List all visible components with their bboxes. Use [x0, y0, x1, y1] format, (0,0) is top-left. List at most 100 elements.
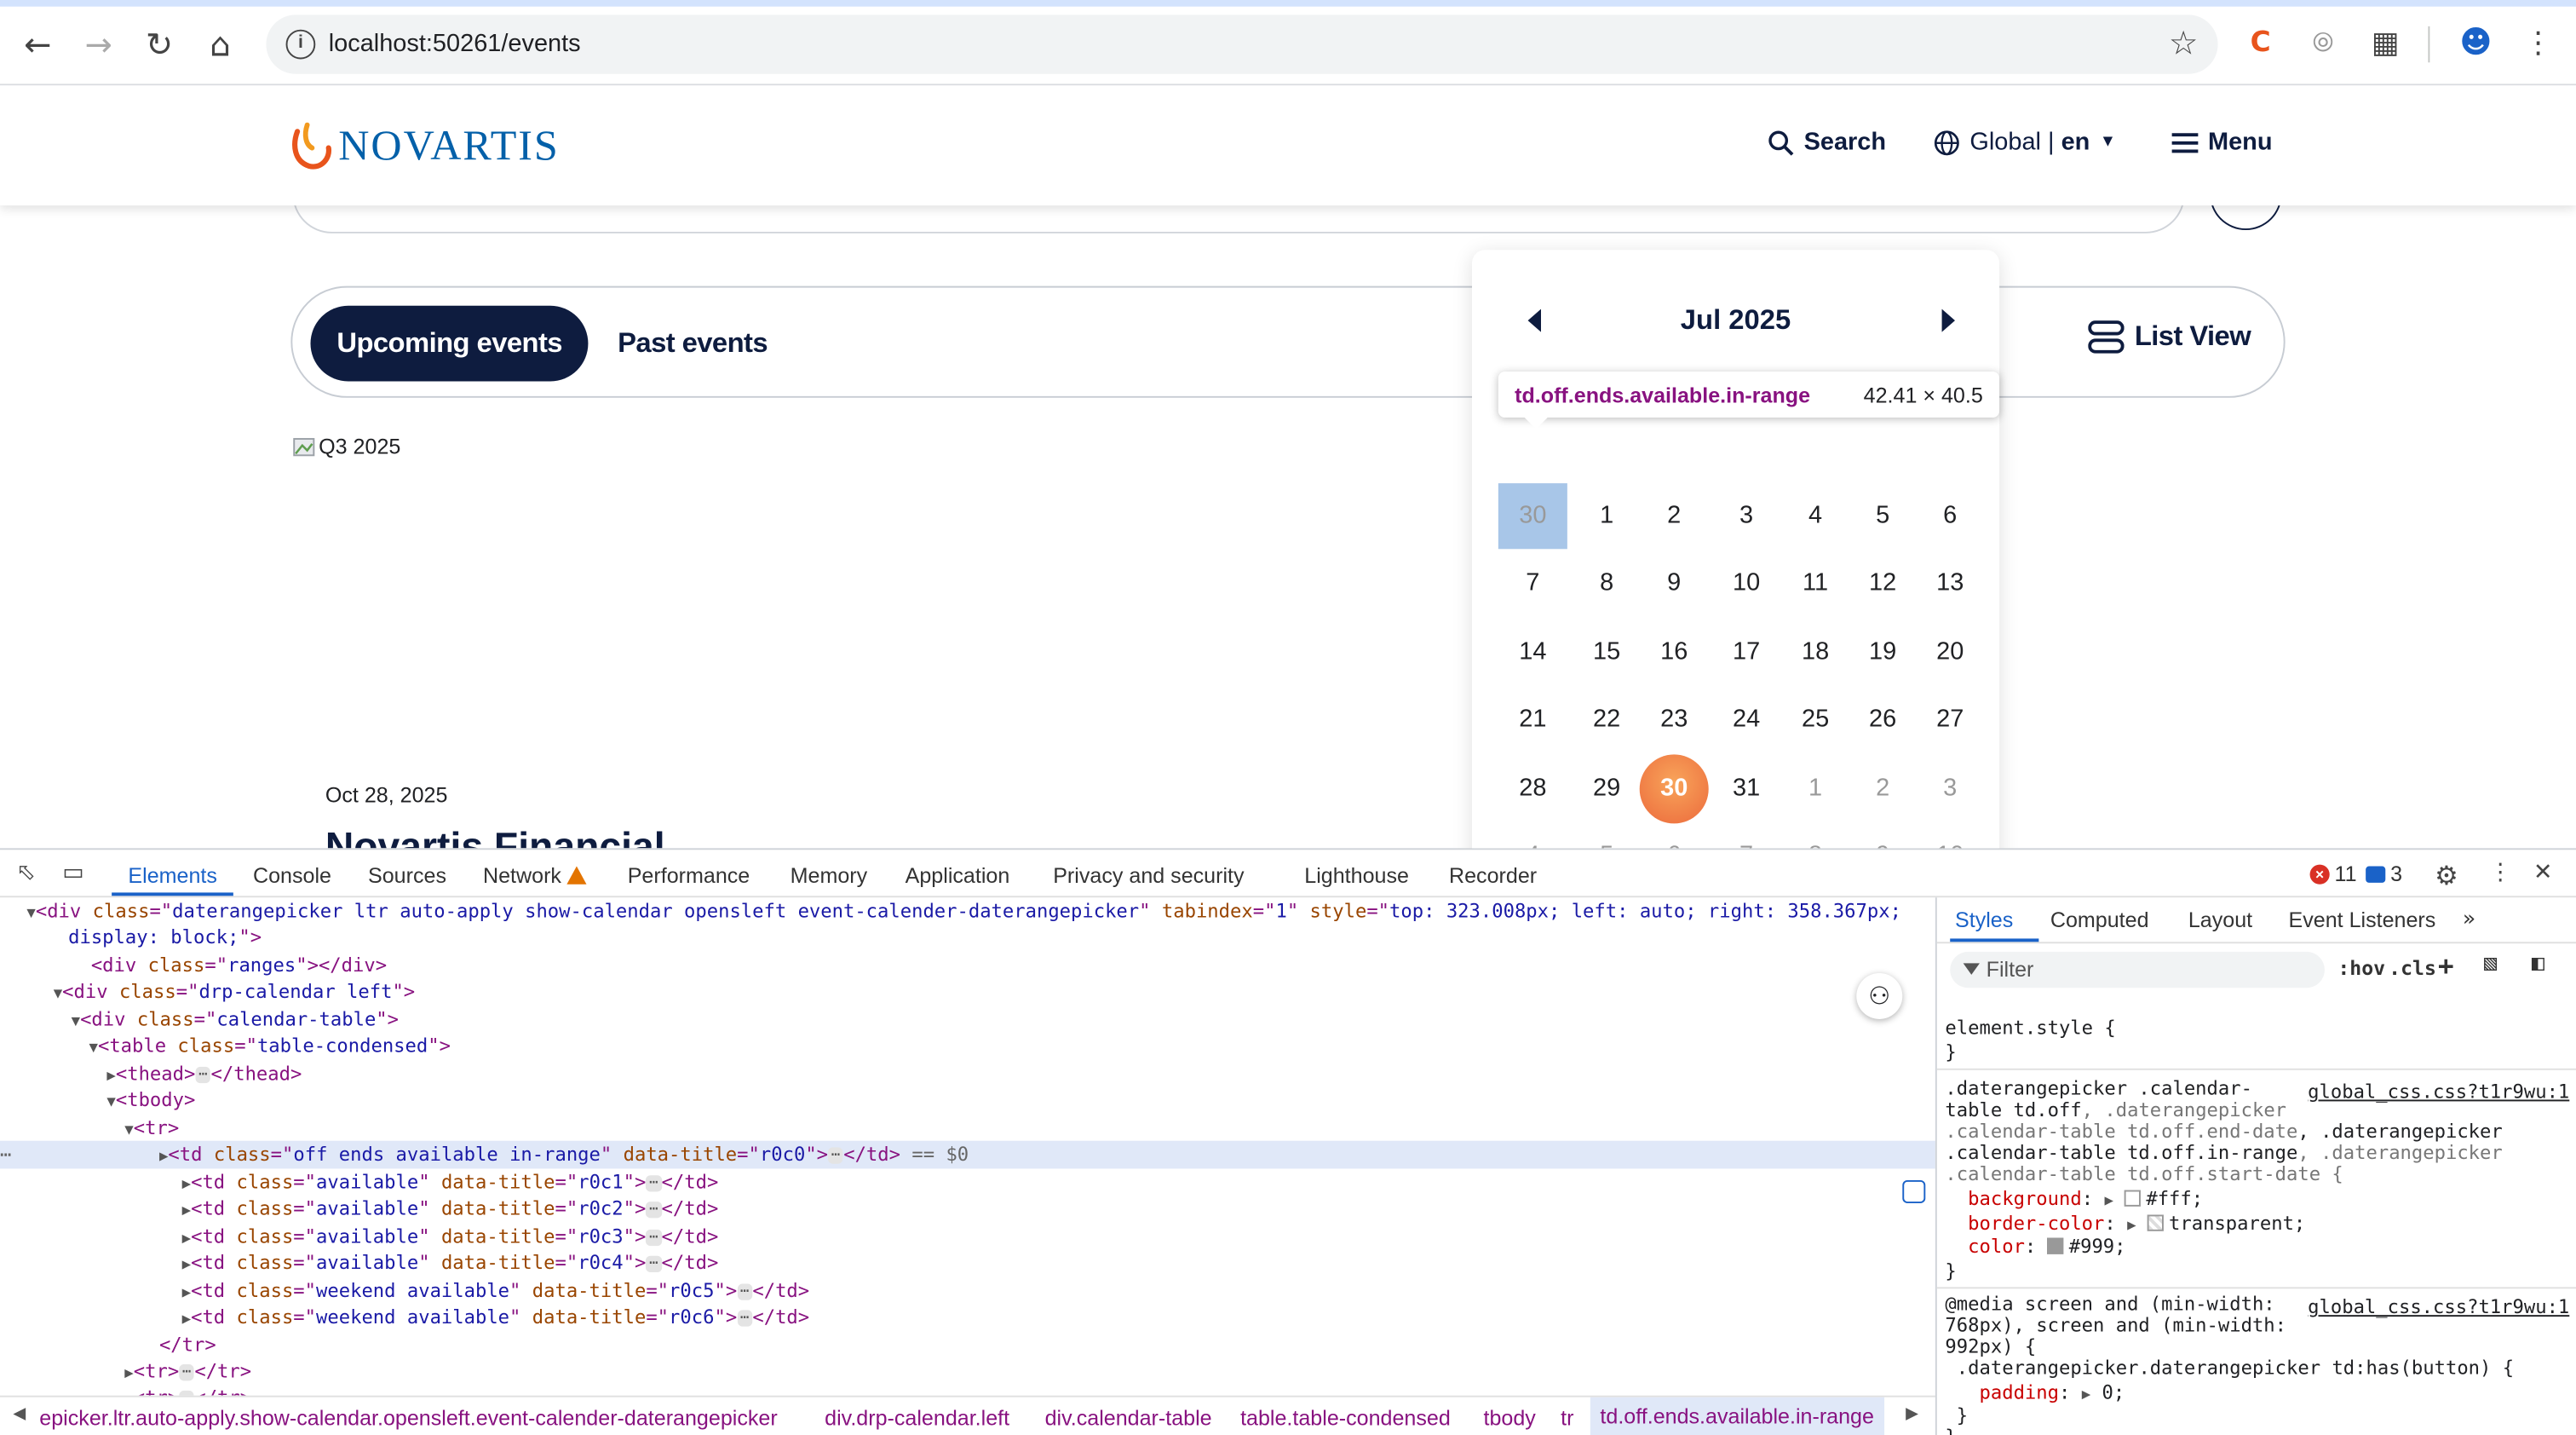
dom-line[interactable]: ▶<td class="weekend available" data-titl…	[0, 1304, 1935, 1331]
calendar-day[interactable]: 6	[1640, 823, 1709, 849]
devtools-tab-elements[interactable]: Elements	[128, 863, 217, 888]
css-selector[interactable]: .daterangepicker.daterangepicker td:has(…	[1945, 1357, 2514, 1379]
breadcrumb-item-active[interactable]: td.off.ends.available.in-range	[1590, 1397, 1884, 1435]
css-selector-line[interactable]: table td.off, .daterangepicker	[1945, 1099, 2286, 1121]
calendar-day[interactable]: 27	[1916, 687, 1985, 752]
dom-line[interactable]: ▼<div class="drp-calendar left">	[0, 978, 1935, 1006]
calendar-day[interactable]: 11	[1781, 550, 1850, 616]
calendar-day[interactable]: 3	[1712, 483, 1781, 549]
hov-toggle[interactable]: :hov	[2337, 957, 2385, 980]
tab-event-listeners[interactable]: Event Listeners	[2288, 908, 2435, 932]
new-rule-plus-icon[interactable]: +	[2438, 950, 2454, 982]
css-media-query[interactable]: 768px), screen and (min-width:	[1945, 1314, 2286, 1336]
close-icon[interactable]: ✕	[2533, 860, 2553, 886]
calendar-day[interactable]: 7	[1498, 550, 1567, 616]
breadcrumb-item[interactable]: div.drp-calendar.left	[825, 1405, 1009, 1430]
home-icon[interactable]: ⌂	[198, 23, 241, 66]
profile-avatar-icon[interactable]: ☻	[2456, 23, 2495, 62]
devtools-tab-memory[interactable]: Memory	[791, 863, 868, 888]
dom-line[interactable]: ▼<div class="calendar-table">	[0, 1006, 1935, 1034]
site-info-icon[interactable]: i	[285, 29, 316, 60]
devtools-tab-privacy[interactable]: Privacy and security	[1053, 863, 1244, 888]
message-counter[interactable]: 3	[2366, 862, 2402, 886]
calendar-day[interactable]: 26	[1849, 687, 1918, 752]
css-selector-line[interactable]: .calendar-table td.off.end-date, .datera…	[1945, 1121, 2502, 1143]
calendar-day[interactable]: 15	[1573, 620, 1642, 685]
tab-past-events[interactable]: Past events	[618, 306, 768, 382]
dom-line[interactable]: ▼<table class="table-condensed">	[0, 1032, 1935, 1059]
calendar-day[interactable]: 10	[1916, 823, 1985, 849]
calendar-day[interactable]: 12	[1849, 550, 1918, 616]
calendar-day[interactable]: 5	[1573, 823, 1642, 849]
calendar-day[interactable]: 31	[1712, 756, 1781, 821]
calendar-day[interactable]: 25	[1781, 687, 1850, 752]
calendar-day[interactable]: 2	[1640, 483, 1709, 549]
extensions-puzzle-icon[interactable]: ▦	[2366, 23, 2405, 62]
url-text[interactable]: localhost:50261/events	[329, 30, 581, 58]
extension-compass-icon[interactable]: ⦾	[2303, 23, 2343, 62]
breadcrumb-item[interactable]: div.calendar-table	[1045, 1405, 1212, 1430]
calendar-day[interactable]: 28	[1498, 756, 1567, 821]
devtools-tab-lighthouse[interactable]: Lighthouse	[1304, 863, 1409, 888]
color-swatch[interactable]	[2125, 1190, 2142, 1207]
calendar-day[interactable]: 5	[1849, 483, 1918, 549]
calendar-day[interactable]: 13	[1916, 550, 1985, 616]
dom-line[interactable]: ▶<td class="available" data-title="r0c1"…	[0, 1168, 1935, 1196]
calendar-day[interactable]: 1	[1573, 483, 1642, 549]
devtools-tab-network[interactable]: Network	[483, 863, 586, 888]
devtools-tab-recorder[interactable]: Recorder	[1449, 863, 1537, 888]
tab-styles[interactable]: Styles	[1955, 908, 2013, 932]
styles-filter-input[interactable]: Filter	[1950, 951, 2325, 988]
calendar-day[interactable]: 14	[1498, 620, 1567, 685]
tab-layout[interactable]: Layout	[2188, 908, 2252, 932]
inspect-element-icon[interactable]: ⬁	[16, 860, 36, 886]
novartis-logo[interactable]: NOVARTIS	[289, 118, 559, 175]
dom-line[interactable]: ▶<tr>⋯</tr>	[0, 1384, 1935, 1396]
calendar-day[interactable]: 8	[1573, 550, 1642, 616]
calendar-day[interactable]: 1	[1781, 756, 1850, 821]
forward-arrow-icon[interactable]: →	[78, 23, 120, 66]
css-declaration[interactable]: color: #999;	[1945, 1236, 2125, 1258]
devtools-tab-performance[interactable]: Performance	[628, 863, 750, 888]
menu-button[interactable]: Menu	[2171, 128, 2273, 156]
calendar-day[interactable]: 30	[1498, 483, 1567, 550]
calendar-day[interactable]: 21	[1498, 687, 1567, 752]
breadcrumb-item[interactable]: tbody	[1483, 1405, 1535, 1430]
calendar-day[interactable]: 16	[1640, 620, 1709, 685]
calendar-day[interactable]: 23	[1640, 687, 1709, 752]
dom-line[interactable]: ▶<td class="weekend available" data-titl…	[0, 1277, 1935, 1304]
accessibility-tree-icon[interactable]: ⚇	[1856, 972, 1903, 1019]
calendar-day[interactable]: 3	[1916, 756, 1985, 821]
dom-line[interactable]: ▶<thead> ⋯ </thead>	[0, 1060, 1935, 1087]
paint-brush-icon[interactable]: ▧	[2484, 952, 2497, 977]
breadcrumb-scroll-left-icon[interactable]: ◀	[13, 1405, 26, 1423]
calendar-day[interactable]: 4	[1781, 483, 1850, 549]
dom-line[interactable]: ▼<tr>	[0, 1115, 1935, 1142]
cls-toggle[interactable]: .cls	[2389, 957, 2436, 980]
edit-attribute-icon[interactable]	[1902, 1179, 1926, 1203]
css-declaration[interactable]: padding: ▶ 0;	[1945, 1381, 2125, 1407]
settings-gear-icon[interactable]: ⚙	[2435, 860, 2458, 891]
calendar-day[interactable]: 22	[1573, 687, 1642, 752]
dom-line[interactable]: ▶<td class="available" data-title="r0c3"…	[0, 1222, 1935, 1249]
tab-computed[interactable]: Computed	[2050, 908, 2149, 932]
color-swatch[interactable]	[2047, 1237, 2064, 1254]
css-media-query[interactable]: @media screen and (min-width:	[1945, 1293, 2274, 1315]
calendar-day[interactable]: 24	[1712, 687, 1781, 752]
device-toolbar-icon[interactable]: ▭	[62, 860, 84, 886]
calendar-day[interactable]: 2	[1849, 756, 1918, 821]
css-declaration[interactable]: background: ▶ #fff;	[1945, 1188, 2203, 1213]
calendar-day[interactable]: 29	[1573, 756, 1642, 821]
dom-line[interactable]: </tr>	[0, 1331, 1935, 1358]
calendar-day[interactable]: 6	[1916, 483, 1985, 549]
css-source-link[interactable]: global_css.css?t1r9wu:1	[2308, 1080, 2569, 1103]
list-view-button[interactable]: List View	[2088, 320, 2251, 354]
dom-line[interactable]: ▶<td class="available" data-title="r0c4"…	[0, 1249, 1935, 1277]
language-selector[interactable]: Global | en ▼	[1934, 128, 2116, 156]
next-month-icon[interactable]	[1941, 308, 1955, 332]
dom-line[interactable]: ▼<tbody>	[0, 1086, 1935, 1114]
calendar-day[interactable]: 20	[1916, 620, 1985, 685]
css-selector[interactable]: .calendar-table td.off.start-date {	[1945, 1163, 2343, 1185]
breadcrumb-item[interactable]: epicker.ltr.auto-apply.show-calendar.ope…	[39, 1405, 777, 1430]
dom-line[interactable]: ▼<div class="daterangepicker ltr auto-ap…	[0, 897, 1935, 925]
